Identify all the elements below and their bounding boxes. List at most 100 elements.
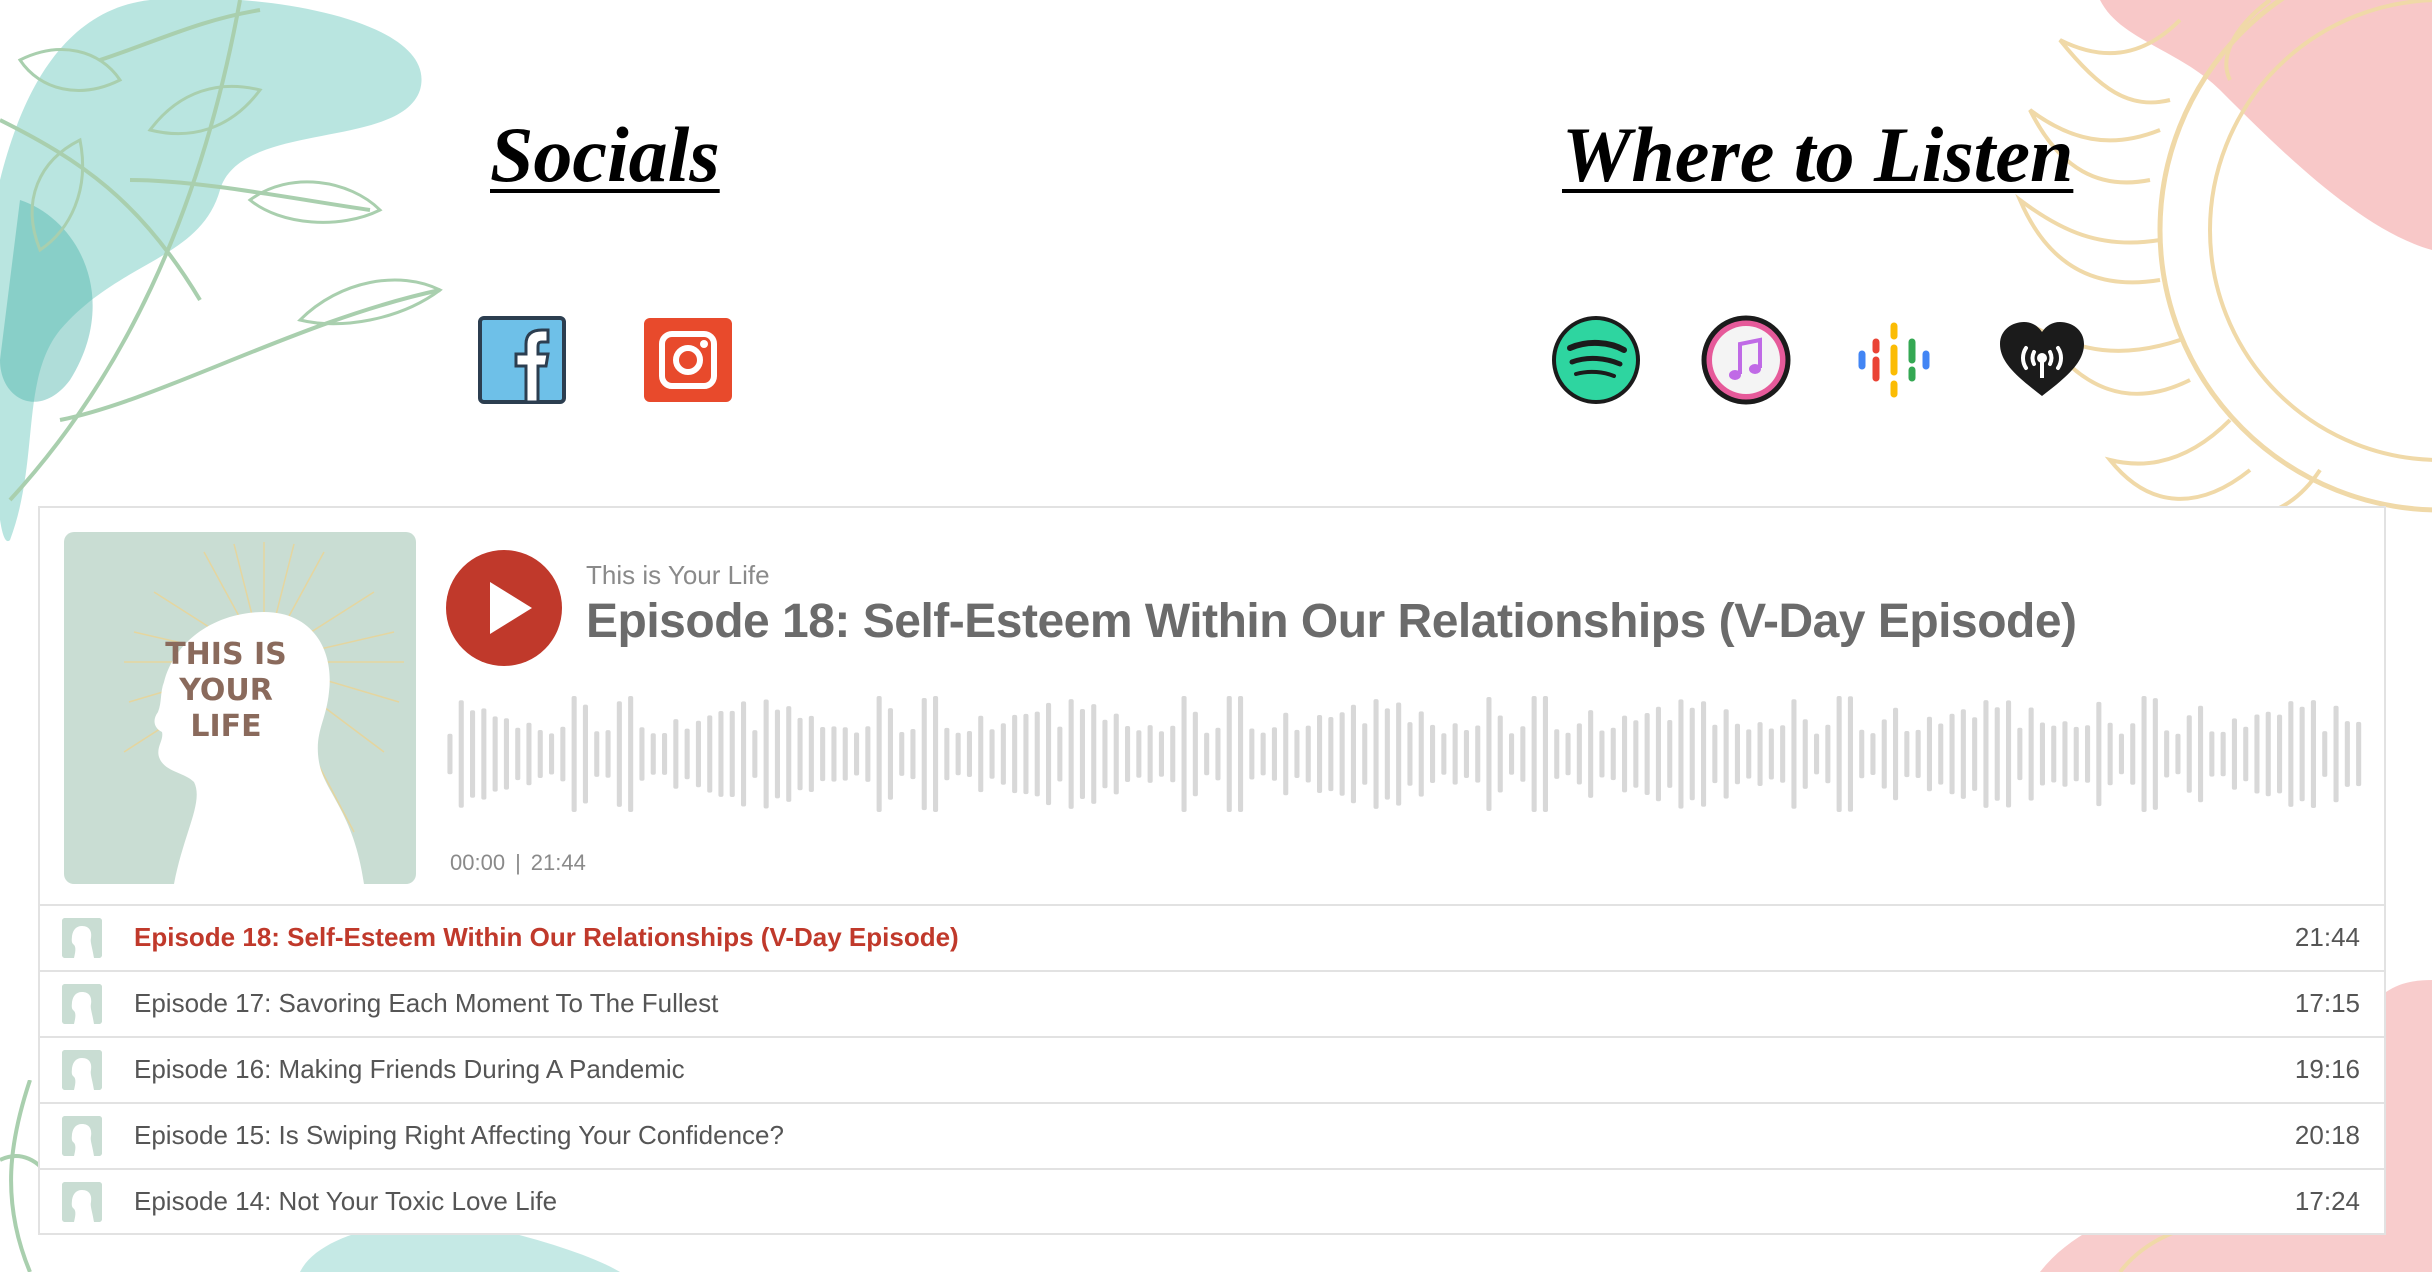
waveform-bar (2118, 733, 2124, 775)
waveform-bar (1463, 730, 1469, 778)
waveform-bar (797, 717, 803, 791)
iheartradio-icon[interactable] (1996, 314, 2088, 406)
waveform-bar (2006, 700, 2012, 808)
waveform-bar (2198, 705, 2204, 803)
spotify-icon[interactable] (1550, 314, 1642, 406)
episode-row[interactable]: Episode 17: Savoring Each Moment To The … (40, 970, 2384, 1036)
waveform-bar (1870, 733, 1876, 775)
waveform-bar (1814, 733, 1820, 775)
waveform-bar (820, 727, 826, 782)
waveform-bar (2085, 725, 2091, 783)
instagram-icon[interactable] (642, 314, 734, 406)
waveform-bar (605, 730, 611, 778)
waveform-bar (707, 715, 713, 793)
episode-row[interactable]: Episode 14: Not Your Toxic Love Life 17:2… (40, 1168, 2384, 1234)
waveform-bar (1238, 696, 1244, 812)
sun-decoration (2015, 0, 2432, 520)
waveform-bar (1079, 709, 1085, 799)
waveform-bar (673, 719, 679, 789)
waveform-bar (537, 730, 543, 778)
waveform-bar (2175, 733, 2181, 775)
waveform-bar (1531, 696, 1537, 812)
waveform-bar (1938, 723, 1944, 785)
waveform-bar (1023, 713, 1029, 795)
waveform-bar (1226, 696, 1232, 812)
waveform-bar (1678, 699, 1684, 809)
waveform-bar (1847, 696, 1853, 812)
total-time: 21:44 (530, 850, 586, 875)
waveform-bar (1802, 719, 1808, 789)
apple-podcasts-icon[interactable] (1700, 314, 1792, 406)
episode-duration: 17:24 (2294, 1186, 2360, 1216)
episode-thumbnail (62, 1050, 102, 1090)
waveform-bar (1734, 723, 1740, 785)
waveform-seekbar[interactable] (444, 692, 2364, 816)
where-to-listen-heading: Where to Listen (1562, 111, 2074, 198)
facebook-icon[interactable] (476, 314, 568, 406)
waveform-bar (786, 706, 792, 802)
episode-thumbnail (62, 918, 102, 958)
waveform-bar (854, 732, 860, 776)
waveform-bar (1486, 697, 1492, 811)
episode-row[interactable]: Episode 18: Self-Esteem Within Our Relat… (40, 904, 2384, 970)
google-podcasts-icon[interactable] (1848, 314, 1940, 406)
waveform-bar (2028, 707, 2034, 801)
waveform-bar (1893, 707, 1899, 801)
waveform-bar (2096, 701, 2102, 807)
waveform-bar (1983, 700, 1989, 808)
waveform-bar (1994, 707, 2000, 801)
episode-title-text: Episode 15: Is Swiping Right Affecting Y… (134, 1120, 784, 1150)
waveform-bar (1305, 725, 1311, 783)
waveform-bar (1712, 724, 1718, 784)
waveform-bar (2254, 714, 2260, 794)
waveform-bar (1294, 729, 1300, 778)
waveform-bar (1633, 720, 1639, 788)
waveform-bar (865, 726, 871, 782)
waveform-bar (2231, 718, 2237, 790)
waveform-bar (729, 710, 735, 797)
waveform-bar (1452, 723, 1458, 785)
waveform-bar (2039, 722, 2045, 786)
waveform-bar (458, 700, 464, 808)
waveform-bar (515, 727, 521, 781)
waveform-bar (549, 733, 555, 775)
waveform-bar (684, 728, 690, 780)
waveform-bar (808, 715, 814, 792)
waveform-bar (1260, 732, 1266, 776)
waveform-bar (2073, 726, 2079, 782)
waveform-bar (1644, 713, 1650, 795)
time-display: 00:00 | 21:44 (450, 850, 586, 876)
waveform-bar (774, 709, 780, 799)
play-button[interactable] (444, 548, 564, 668)
waveform-bar (887, 708, 893, 800)
waveform-bar (1147, 725, 1153, 783)
waveform-bar (1881, 719, 1887, 789)
waveform-bar (1780, 725, 1786, 783)
waveform-bar (1350, 704, 1356, 804)
waveform-bar (1204, 732, 1210, 776)
episode-title-text: Episode 14: Not Your Toxic Love Life (134, 1186, 558, 1216)
waveform-bar (1949, 713, 1955, 795)
waveform-bar (2130, 723, 2136, 785)
show-name: This is Your Life (586, 560, 770, 590)
waveform-bar (1520, 726, 1526, 782)
waveform-bar (1599, 730, 1605, 778)
waveform-bar (1373, 699, 1379, 809)
waveform-bar (1170, 725, 1176, 783)
waveform-bar (2141, 696, 2147, 812)
socials-heading: Socials (490, 111, 720, 198)
waveform-bar (741, 701, 747, 807)
waveform-bar (503, 718, 509, 790)
waveform-bar (560, 726, 566, 782)
waveform-bar (1339, 712, 1345, 796)
episode-row[interactable]: Episode 15: Is Swiping Right Affecting Y… (40, 1102, 2384, 1168)
episode-row[interactable]: Episode 16: Making Friends During A Pand… (40, 1036, 2384, 1102)
waveform-bar (1057, 726, 1063, 782)
current-time: 00:00 (450, 850, 506, 875)
waveform-bar (2344, 721, 2350, 787)
waveform-bar (1034, 711, 1040, 797)
waveform-bar (1407, 722, 1413, 786)
waveform-bar (955, 732, 961, 776)
waveform-bar (1554, 729, 1560, 779)
waveform-bar (1136, 730, 1142, 778)
